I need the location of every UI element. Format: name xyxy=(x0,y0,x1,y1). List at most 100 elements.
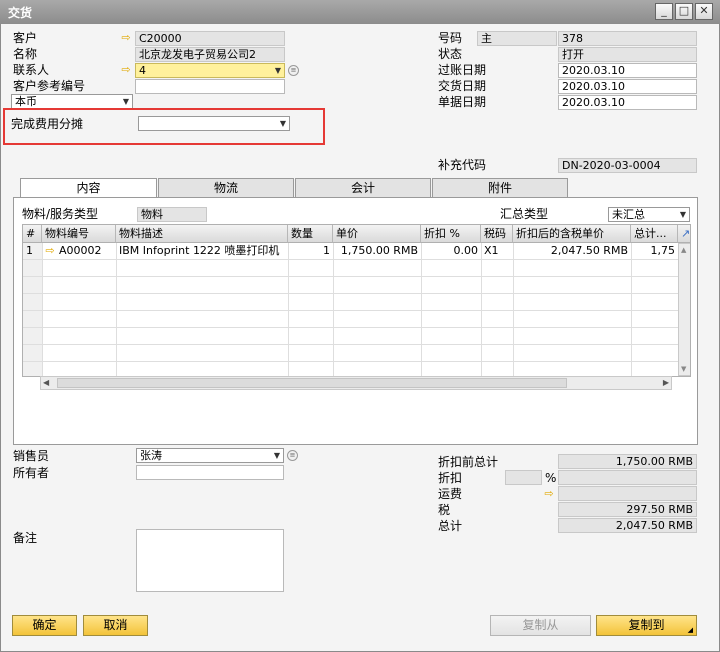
sales-employee-label: 销售员 xyxy=(13,449,50,463)
tab-attachments[interactable]: 附件 xyxy=(432,178,568,198)
title-bar: 交货 xyxy=(0,0,720,24)
customer-ref-input[interactable] xyxy=(135,79,285,94)
document-date-input[interactable]: 2020.03.10 xyxy=(558,95,697,110)
total-field[interactable]: 2,047.50 RMB xyxy=(558,518,697,533)
item-type-label: 物料/服务类型 xyxy=(22,207,99,221)
cost-allocation-select[interactable]: ▼ xyxy=(138,116,290,131)
discount-label: 折扣 xyxy=(438,471,463,485)
cell-discount[interactable]: 0.00 xyxy=(421,243,481,259)
expand-icon[interactable]: ≡ xyxy=(288,65,299,76)
table-row[interactable] xyxy=(23,311,678,328)
total-before-discount-field[interactable]: 1,750.00 RMB xyxy=(558,454,697,469)
column-header[interactable]: 物料编号 xyxy=(42,225,116,243)
cell-price-after-discount[interactable]: 2,047.50 RMB xyxy=(513,243,631,259)
cell-item-description[interactable]: IBM Infoprint 1222 喷墨打印机 xyxy=(116,243,288,259)
posting-date-input[interactable]: 2020.03.10 xyxy=(558,63,697,78)
summary-type-value: 未汇总 xyxy=(612,208,645,221)
cost-allocation-label: 完成费用分摊 xyxy=(11,117,84,131)
dropdown-arrow-icon[interactable]: ▼ xyxy=(680,208,686,221)
discount-percent-input[interactable] xyxy=(505,470,542,485)
table-row[interactable] xyxy=(23,277,678,294)
currency-label: 本币 xyxy=(15,95,37,108)
dropdown-arrow-icon[interactable]: ▼ xyxy=(123,95,129,108)
items-table[interactable]: # 物料编号 物料描述 数量 单价 折扣 % 税码 折扣后的含税单价 总计...… xyxy=(22,224,691,377)
table-row[interactable] xyxy=(23,345,678,362)
dropdown-arrow-icon[interactable]: ▼ xyxy=(275,64,281,77)
column-header[interactable]: 物料描述 xyxy=(116,225,288,243)
cell-quantity[interactable]: 1 xyxy=(288,243,333,259)
close-icon[interactable]: ✕ xyxy=(695,3,713,20)
freight-label: 运费 xyxy=(438,487,463,501)
right-arrow-icon[interactable]: ⇨ xyxy=(543,488,555,499)
right-arrow-icon[interactable]: ⇨ xyxy=(44,245,56,256)
cancel-button[interactable]: 取消 xyxy=(83,615,148,636)
number-label: 号码 xyxy=(438,31,463,45)
scroll-down-icon[interactable]: ▼ xyxy=(681,365,686,373)
dropdown-arrow-icon[interactable]: ◢ xyxy=(688,627,693,634)
status-field[interactable]: 打开 xyxy=(558,47,697,62)
tab-logistics[interactable]: 物流 xyxy=(158,178,294,198)
scroll-up-icon[interactable]: ▲ xyxy=(681,246,686,254)
sales-employee-value: 张涛 xyxy=(140,449,162,462)
owner-input[interactable] xyxy=(136,465,284,480)
remarks-textarea[interactable] xyxy=(136,529,284,592)
tax-field[interactable]: 297.50 RMB xyxy=(558,502,697,517)
cell-item-number[interactable]: A00002 xyxy=(56,243,116,259)
column-header[interactable]: 数量 xyxy=(288,225,333,243)
column-header[interactable]: 折扣后的含税单价 xyxy=(513,225,631,243)
series-field[interactable]: 主 xyxy=(477,31,557,46)
summary-type-label: 汇总类型 xyxy=(500,207,549,221)
ok-button[interactable]: 确定 xyxy=(12,615,77,636)
percent-sign: % xyxy=(545,471,557,485)
right-arrow-icon[interactable]: ⇨ xyxy=(120,64,132,75)
discount-field[interactable] xyxy=(558,470,697,485)
dropdown-arrow-icon[interactable]: ▼ xyxy=(280,117,286,130)
name-field[interactable]: 北京龙发电子贸易公司2 xyxy=(135,47,285,62)
table-row[interactable] xyxy=(23,294,678,311)
dropdown-arrow-icon[interactable]: ▼ xyxy=(274,449,280,462)
copy-to-button[interactable]: 复制到 ◢ xyxy=(596,615,697,636)
scroll-right-icon[interactable]: ▶ xyxy=(663,378,669,387)
sales-employee-select[interactable]: 张涛 ▼ xyxy=(136,448,284,463)
tax-label: 税 xyxy=(438,503,451,517)
scroll-left-icon[interactable]: ◀ xyxy=(43,378,49,387)
table-row[interactable]: 1 ⇨ A00002 IBM Infoprint 1222 喷墨打印机 1 1,… xyxy=(23,243,678,260)
scroll-thumb[interactable] xyxy=(57,378,567,388)
tab-content[interactable]: 内容 xyxy=(20,178,157,199)
document-date-label: 单据日期 xyxy=(438,95,487,109)
delivery-date-input[interactable]: 2020.03.10 xyxy=(558,79,697,94)
delivery-date-label: 交货日期 xyxy=(438,79,487,93)
column-header[interactable]: 总计... xyxy=(631,225,678,243)
expand-table-icon[interactable]: ↗ xyxy=(678,225,690,243)
right-arrow-icon[interactable]: ⇨ xyxy=(120,32,132,43)
contact-select[interactable]: 4 ▼ xyxy=(135,63,285,78)
maximize-icon[interactable]: □ xyxy=(675,3,693,20)
cell-unit-price[interactable]: 1,750.00 RMB xyxy=(333,243,421,259)
column-header[interactable]: # xyxy=(23,225,42,243)
horizontal-scrollbar[interactable]: ◀ ▶ xyxy=(40,376,672,390)
expand-icon[interactable]: ≡ xyxy=(287,450,298,461)
column-header[interactable]: 税码 xyxy=(481,225,513,243)
freight-field[interactable] xyxy=(558,486,697,501)
number-field[interactable]: 378 xyxy=(558,31,697,46)
table-row[interactable] xyxy=(23,328,678,345)
total-label: 总计 xyxy=(438,519,463,533)
item-type-field[interactable]: 物料 xyxy=(137,207,207,222)
column-header[interactable]: 单价 xyxy=(333,225,421,243)
customer-field[interactable]: C20000 xyxy=(135,31,285,46)
cell-tax-code[interactable]: X1 xyxy=(481,243,513,259)
supplementary-code-field[interactable]: DN-2020-03-0004 xyxy=(558,158,697,173)
copy-from-button[interactable]: 复制从 xyxy=(490,615,591,636)
tab-accounting[interactable]: 会计 xyxy=(295,178,431,198)
vertical-scrollbar[interactable]: ▲ ▼ xyxy=(678,243,690,376)
contact-label: 联系人 xyxy=(13,63,50,77)
cell-total[interactable]: 1,75 xyxy=(631,243,678,259)
customer-ref-label: 客户参考编号 xyxy=(13,79,86,93)
owner-label: 所有者 xyxy=(13,466,50,480)
column-header[interactable]: 折扣 % xyxy=(421,225,481,243)
table-row[interactable] xyxy=(23,260,678,277)
summary-type-select[interactable]: 未汇总 ▼ xyxy=(608,207,690,222)
name-label: 名称 xyxy=(13,47,38,61)
currency-select[interactable]: 本币 ▼ xyxy=(11,94,133,109)
minimize-icon[interactable]: _ xyxy=(655,3,673,20)
